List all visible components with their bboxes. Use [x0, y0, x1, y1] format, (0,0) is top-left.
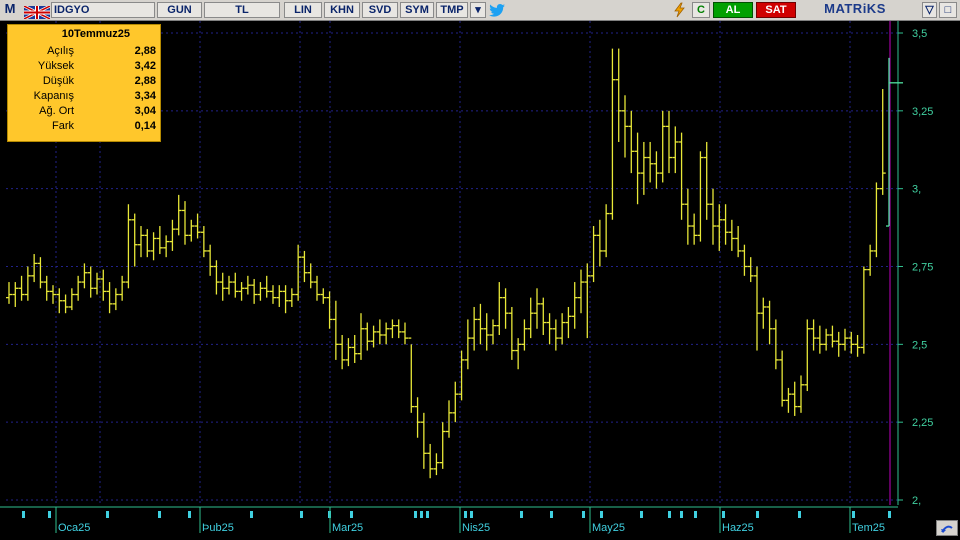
- y-tick-label: 2,5: [912, 339, 927, 351]
- time-tick: [680, 511, 683, 518]
- buy-button[interactable]: AL: [713, 2, 753, 18]
- time-tick: [888, 511, 891, 518]
- y-tick-label: 3,25: [912, 106, 933, 118]
- toolbar: M IDGYO GUN TL LIN KHN SVD SYM TMP ▾ C A…: [0, 0, 960, 21]
- khn-button[interactable]: KHN: [324, 2, 360, 18]
- flag-icon[interactable]: [23, 4, 51, 21]
- y-tick-label: 3,5: [912, 28, 927, 40]
- time-tick: [464, 511, 467, 518]
- time-tick: [106, 511, 109, 518]
- time-tick: [426, 511, 429, 518]
- vwap-label: Ağ. Ort: [39, 105, 74, 117]
- close-value: 3,34: [134, 90, 156, 102]
- month-label: May25: [592, 522, 625, 534]
- symbol-field[interactable]: IDGYO: [51, 2, 155, 18]
- high-label: Yüksek: [37, 60, 74, 72]
- open-value: 2,88: [134, 45, 156, 57]
- high-value: 3,42: [134, 60, 156, 72]
- open-label: Açılış: [47, 45, 74, 57]
- flash-icon[interactable]: [671, 2, 689, 18]
- low-label: Düşük: [42, 75, 74, 87]
- change-label: Fark: [52, 120, 74, 132]
- time-tick: [520, 511, 523, 518]
- scale-button[interactable]: LIN: [284, 2, 322, 18]
- time-tick: [668, 511, 671, 518]
- y-tick-label: 2,: [912, 495, 921, 507]
- refresh-button[interactable]: C: [692, 2, 710, 18]
- month-label: Tem25: [852, 522, 885, 534]
- time-tick: [250, 511, 253, 518]
- time-tick: [48, 511, 51, 518]
- time-tick: [600, 511, 603, 518]
- period-button[interactable]: GUN: [157, 2, 202, 18]
- change-value: 0,14: [134, 120, 156, 132]
- y-tick-label: 2,25: [912, 417, 933, 429]
- scroll-button[interactable]: [936, 520, 958, 536]
- y-tick-label: 2,75: [912, 262, 933, 274]
- month-label: Nis25: [462, 522, 490, 534]
- tmp-button[interactable]: TMP: [436, 2, 468, 18]
- currency-button[interactable]: TL: [204, 2, 280, 18]
- brand-logo: MATRiKS: [800, 2, 910, 18]
- data-window: 10Temmuz25 Açılış 2,88 Yüksek 3,42 Düşük…: [7, 24, 161, 142]
- window-control-icon[interactable]: □: [939, 2, 957, 18]
- month-label: Haz25: [722, 522, 754, 534]
- time-tick: [22, 511, 25, 518]
- y-tick-label: 3,: [912, 184, 921, 196]
- low-value: 2,88: [134, 75, 156, 87]
- time-tick: [694, 511, 697, 518]
- time-tick: [414, 511, 417, 518]
- menu-button[interactable]: M: [2, 2, 18, 18]
- sym-button[interactable]: SYM: [400, 2, 434, 18]
- minimize-icon[interactable]: ▽: [922, 2, 937, 18]
- month-label: Mar25: [332, 522, 363, 534]
- time-tick: [582, 511, 585, 518]
- time-tick: [158, 511, 161, 518]
- time-tick: [188, 511, 191, 518]
- vwap-value: 3,04: [134, 105, 156, 117]
- sell-button[interactable]: SAT: [756, 2, 796, 18]
- time-tick: [640, 511, 643, 518]
- time-tick: [550, 511, 553, 518]
- time-tick: [756, 511, 759, 518]
- dropdown-arrow-icon[interactable]: ▾: [470, 2, 486, 18]
- svd-button[interactable]: SVD: [362, 2, 398, 18]
- time-tick: [722, 511, 725, 518]
- month-label: Oca25: [58, 522, 90, 534]
- month-label: Þub25: [202, 522, 234, 534]
- time-tick: [470, 511, 473, 518]
- time-tick: [420, 511, 423, 518]
- info-date: 10Temmuz25: [61, 28, 130, 40]
- time-tick: [300, 511, 303, 518]
- close-label: Kapanış: [33, 90, 74, 102]
- twitter-icon[interactable]: [488, 3, 506, 18]
- time-tick: [350, 511, 353, 518]
- time-tick: [852, 511, 855, 518]
- time-tick: [798, 511, 801, 518]
